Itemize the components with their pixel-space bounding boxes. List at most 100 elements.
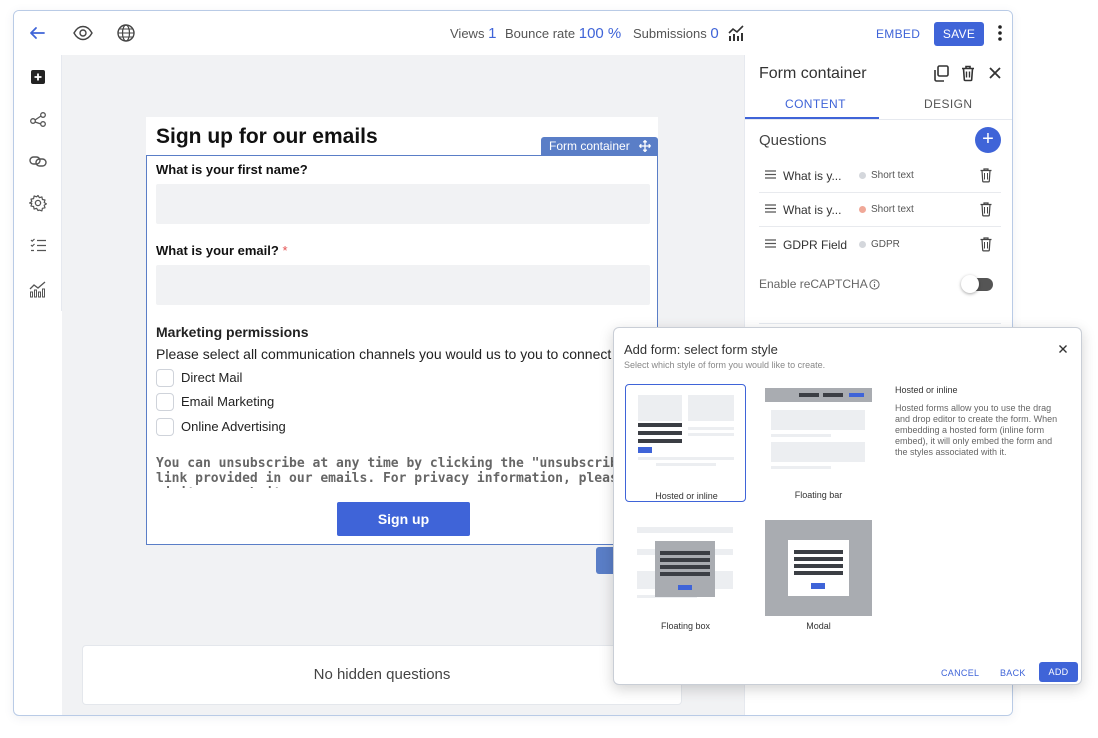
save-button[interactable]: SAVE (934, 22, 984, 46)
style-info-title: Hosted or inline (895, 385, 958, 395)
question-text: What is your first name? (156, 162, 308, 177)
question-type: GDPR (871, 239, 900, 250)
trash-icon[interactable] (979, 167, 993, 183)
recaptcha-label: Enable reCAPTCHA (759, 277, 880, 291)
kebab-menu-icon[interactable] (996, 23, 1004, 43)
marketing-permissions-description: Please select all communication channels… (156, 346, 651, 362)
recaptcha-toggle[interactable] (961, 275, 993, 293)
form-container[interactable]: What is your first name? What is your em… (146, 155, 658, 545)
drag-handle-icon[interactable] (765, 239, 776, 248)
share-icon[interactable] (28, 109, 48, 129)
move-arrows-icon[interactable] (639, 140, 651, 152)
required-asterisk: * (282, 243, 288, 258)
style-option-floating-bar[interactable]: Floating bar (765, 384, 886, 502)
style-label: Floating bar (794, 490, 843, 500)
toggle-knob (961, 275, 979, 293)
style-label: Modal (806, 621, 831, 631)
question-text: What is your email? (156, 243, 279, 258)
floating-box-illustration (637, 527, 733, 598)
style-option-modal[interactable]: Modal (765, 520, 872, 638)
checkbox-label: Online Advertising (181, 419, 286, 434)
views-stat: Views 1 (450, 25, 496, 42)
form-preview: Sign up for our emails Form container Wh… (146, 117, 658, 545)
trash-icon[interactable] (979, 201, 993, 217)
drag-handle-icon[interactable] (765, 204, 776, 213)
style-option-hosted-inline[interactable]: Hosted or inline (625, 384, 746, 502)
top-toolbar: Views 1 Bounce rate 100 % Submissions 0 … (14, 11, 1012, 55)
panel-divider (759, 323, 1001, 324)
link-icon[interactable] (28, 151, 48, 171)
question-name: GDPR Field (783, 238, 848, 252)
question-row[interactable]: What is y... Short text (759, 193, 1001, 227)
add-question-button[interactable]: + (975, 127, 1001, 153)
trash-icon[interactable] (958, 63, 978, 83)
panel-title: Form container (759, 65, 867, 82)
tab-divider (745, 119, 1012, 120)
style-info-description: Hosted forms allow you to use the drag a… (895, 403, 1058, 457)
close-icon[interactable] (1057, 343, 1069, 355)
add-button[interactable]: ADD (1039, 662, 1078, 682)
question-name: What is y... (783, 169, 842, 183)
dialog-title: Add form: select form style (624, 342, 778, 357)
hidden-questions-area: No hidden questions (82, 645, 682, 705)
left-toolbar (14, 55, 62, 311)
tab-design[interactable]: DESIGN (924, 97, 972, 111)
close-icon[interactable] (985, 63, 1005, 83)
submissions-stat: Submissions 0 (633, 25, 719, 42)
back-button[interactable]: BACK (1000, 668, 1026, 678)
email-input[interactable] (156, 265, 650, 305)
checklist-icon[interactable] (28, 235, 48, 255)
first-name-input[interactable] (156, 184, 650, 224)
bounce-rate-label: Bounce rate (505, 26, 576, 41)
sign-up-button[interactable]: Sign up (337, 502, 470, 536)
checkbox-label: Email Marketing (181, 394, 275, 409)
floating-bar-illustration (765, 388, 872, 469)
unsubscribe-text: You can unsubscribe at any time by click… (156, 456, 634, 488)
drag-handle-icon[interactable] (765, 170, 776, 179)
active-tab-indicator (745, 117, 879, 119)
bounce-rate-value: 100 % (578, 25, 622, 42)
question-label-first-name: What is your first name? (156, 162, 308, 177)
embed-button[interactable]: EMBED (876, 27, 920, 41)
question-type: Short text (871, 170, 914, 181)
questions-heading: Questions (759, 132, 827, 149)
submissions-value: 0 (710, 25, 719, 42)
select-form-style-dialog: Add form: select form style Select which… (613, 327, 1082, 685)
style-label: Hosted or inline (655, 491, 718, 501)
analytics-icon[interactable] (28, 279, 48, 299)
question-row[interactable]: What is y... Short text (759, 159, 1001, 193)
tab-content[interactable]: CONTENT (785, 97, 846, 111)
dialog-subtitle: Select which style of form you would lik… (624, 360, 826, 370)
form-container-tag[interactable]: Form container (541, 137, 658, 155)
status-dot (859, 206, 866, 213)
question-type: Short text (871, 204, 914, 215)
bounce-rate-stat: Bounce rate 100 % (505, 25, 621, 42)
duplicate-icon[interactable] (931, 63, 951, 83)
form-title[interactable]: Sign up for our emails (156, 125, 378, 149)
analytics-icon[interactable] (727, 24, 745, 42)
checkbox[interactable] (156, 369, 174, 387)
trash-icon[interactable] (979, 236, 993, 252)
question-label-email: What is your email? * (156, 243, 288, 258)
eye-icon[interactable] (72, 22, 94, 44)
question-row[interactable]: GDPR Field GDPR (759, 228, 1001, 262)
settings-gear-icon[interactable] (28, 193, 48, 213)
style-option-floating-box[interactable]: Floating box (625, 521, 746, 639)
views-label: Views (450, 26, 485, 41)
submissions-label: Submissions (633, 26, 707, 41)
globe-icon[interactable] (115, 22, 137, 44)
info-icon[interactable] (869, 279, 880, 290)
views-value: 1 (488, 25, 497, 42)
hosted-inline-illustration (638, 395, 734, 466)
status-dot (859, 172, 866, 179)
checkbox[interactable] (156, 418, 174, 436)
back-arrow-icon[interactable] (26, 22, 48, 44)
cancel-button[interactable]: CANCEL (941, 668, 979, 678)
checkbox-label: Direct Mail (181, 370, 243, 385)
add-block-icon[interactable] (28, 67, 48, 87)
recaptcha-text: Enable reCAPTCHA (759, 277, 868, 291)
status-dot (859, 241, 866, 248)
marketing-permissions-title: Marketing permissions (156, 324, 309, 340)
question-name: What is y... (783, 203, 842, 217)
checkbox[interactable] (156, 393, 174, 411)
